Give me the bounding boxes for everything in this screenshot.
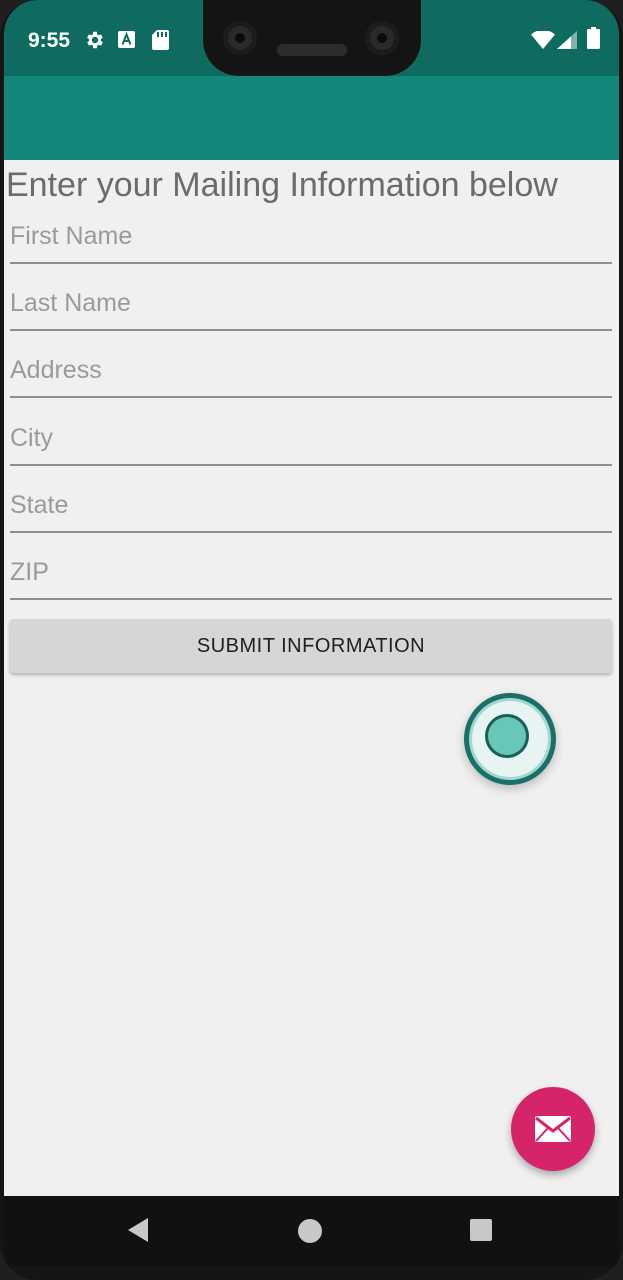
camera-notch (203, 0, 421, 76)
first-name-field[interactable]: First Name (10, 218, 612, 264)
zip-field[interactable]: ZIP (10, 554, 612, 600)
mail-icon (535, 1116, 571, 1142)
last-name-field[interactable]: Last Name (10, 285, 612, 331)
wifi-icon (531, 31, 555, 49)
back-icon[interactable] (124, 1216, 152, 1244)
settings-gear-icon (87, 31, 103, 49)
city-field[interactable]: City (10, 420, 612, 466)
touch-indicator-icon (464, 693, 556, 785)
earpiece-speaker (277, 44, 347, 56)
last-name-placeholder: Last Name (10, 289, 131, 317)
status-time: 9:55 (28, 29, 71, 52)
front-camera-left (223, 21, 257, 55)
navigation-bar (4, 1196, 619, 1266)
email-fab-button[interactable] (511, 1087, 595, 1171)
home-icon[interactable] (297, 1218, 323, 1244)
state-field[interactable]: State (10, 487, 612, 533)
a-badge-icon (118, 31, 135, 48)
state-placeholder: State (10, 491, 69, 519)
first-name-placeholder: First Name (10, 222, 133, 250)
address-placeholder: Address (10, 356, 102, 384)
signal-icon (557, 31, 577, 49)
mailing-form: Enter your Mailing Information below Fir… (4, 160, 619, 1196)
sd-card-icon (152, 30, 169, 50)
form-heading: Enter your Mailing Information below (6, 166, 558, 204)
front-camera-right (365, 21, 399, 55)
zip-placeholder: ZIP (10, 558, 49, 586)
address-field[interactable]: Address (10, 352, 612, 398)
device-frame: 9:55 Enter your Mailing Information belo… (0, 0, 623, 1280)
city-placeholder: City (10, 424, 54, 452)
app-bar (4, 76, 619, 160)
submit-information-button[interactable]: SUBMIT INFORMATION (10, 619, 612, 673)
recents-icon[interactable] (469, 1218, 493, 1242)
battery-icon (587, 27, 600, 49)
